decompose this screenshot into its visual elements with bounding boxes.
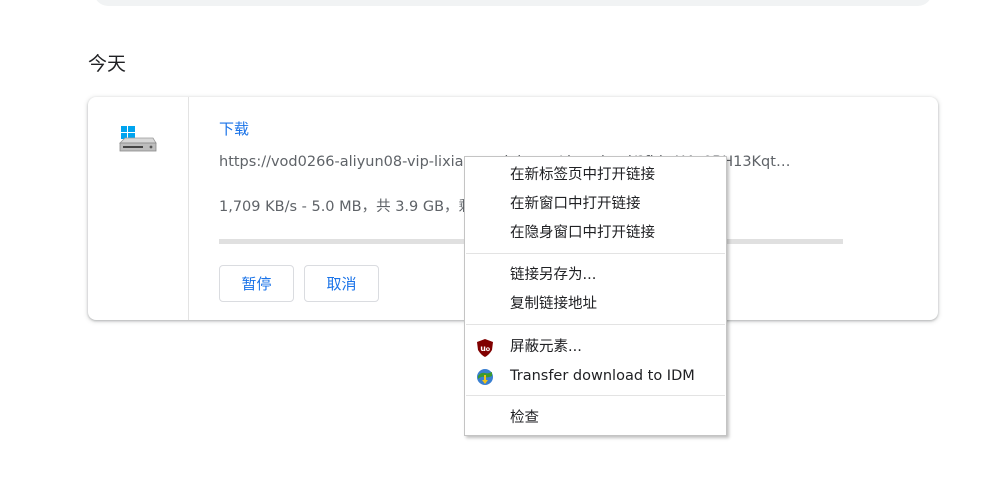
search-bar-bottom[interactable]: [94, 0, 932, 6]
menu-transfer-idm-label: Transfer download to IDM: [510, 368, 695, 384]
menu-separator: [466, 253, 725, 254]
menu-copy-link-address[interactable]: 复制链接地址: [465, 290, 726, 319]
idm-icon: [477, 369, 493, 385]
menu-separator: [466, 395, 725, 396]
menu-open-new-tab[interactable]: 在新标签页中打开链接: [465, 161, 726, 190]
downloads-page: 今天 下载 https://vod0266-aliyun08-vip-lixia…: [0, 0, 1004, 491]
menu-open-incognito[interactable]: 在隐身窗口中打开链接: [465, 219, 726, 248]
menu-transfer-idm[interactable]: Transfer download to IDM: [465, 362, 726, 391]
pause-button[interactable]: 暂停: [219, 265, 294, 302]
file-icon-column: [88, 97, 189, 320]
menu-block-element-label: 屏蔽元素...: [510, 339, 582, 355]
menu-separator: [466, 324, 725, 325]
svg-text:uⲟ: uⲟ: [480, 344, 490, 353]
file-name-link[interactable]: 下载: [219, 119, 249, 139]
windows-drive-icon: [119, 126, 157, 152]
menu-inspect[interactable]: 检查: [465, 404, 726, 433]
date-header: 今天: [88, 53, 127, 75]
menu-open-new-window[interactable]: 在新窗口中打开链接: [465, 190, 726, 219]
menu-block-element[interactable]: uⲟ 屏蔽元素...: [465, 333, 726, 362]
menu-save-link-as[interactable]: 链接另存为...: [465, 261, 726, 290]
progress-fill: [219, 239, 220, 244]
context-menu: 在新标签页中打开链接 在新窗口中打开链接 在隐身窗口中打开链接 链接另存为...…: [464, 156, 727, 436]
ublock-icon: uⲟ: [477, 339, 493, 357]
cancel-button[interactable]: 取消: [304, 265, 379, 302]
